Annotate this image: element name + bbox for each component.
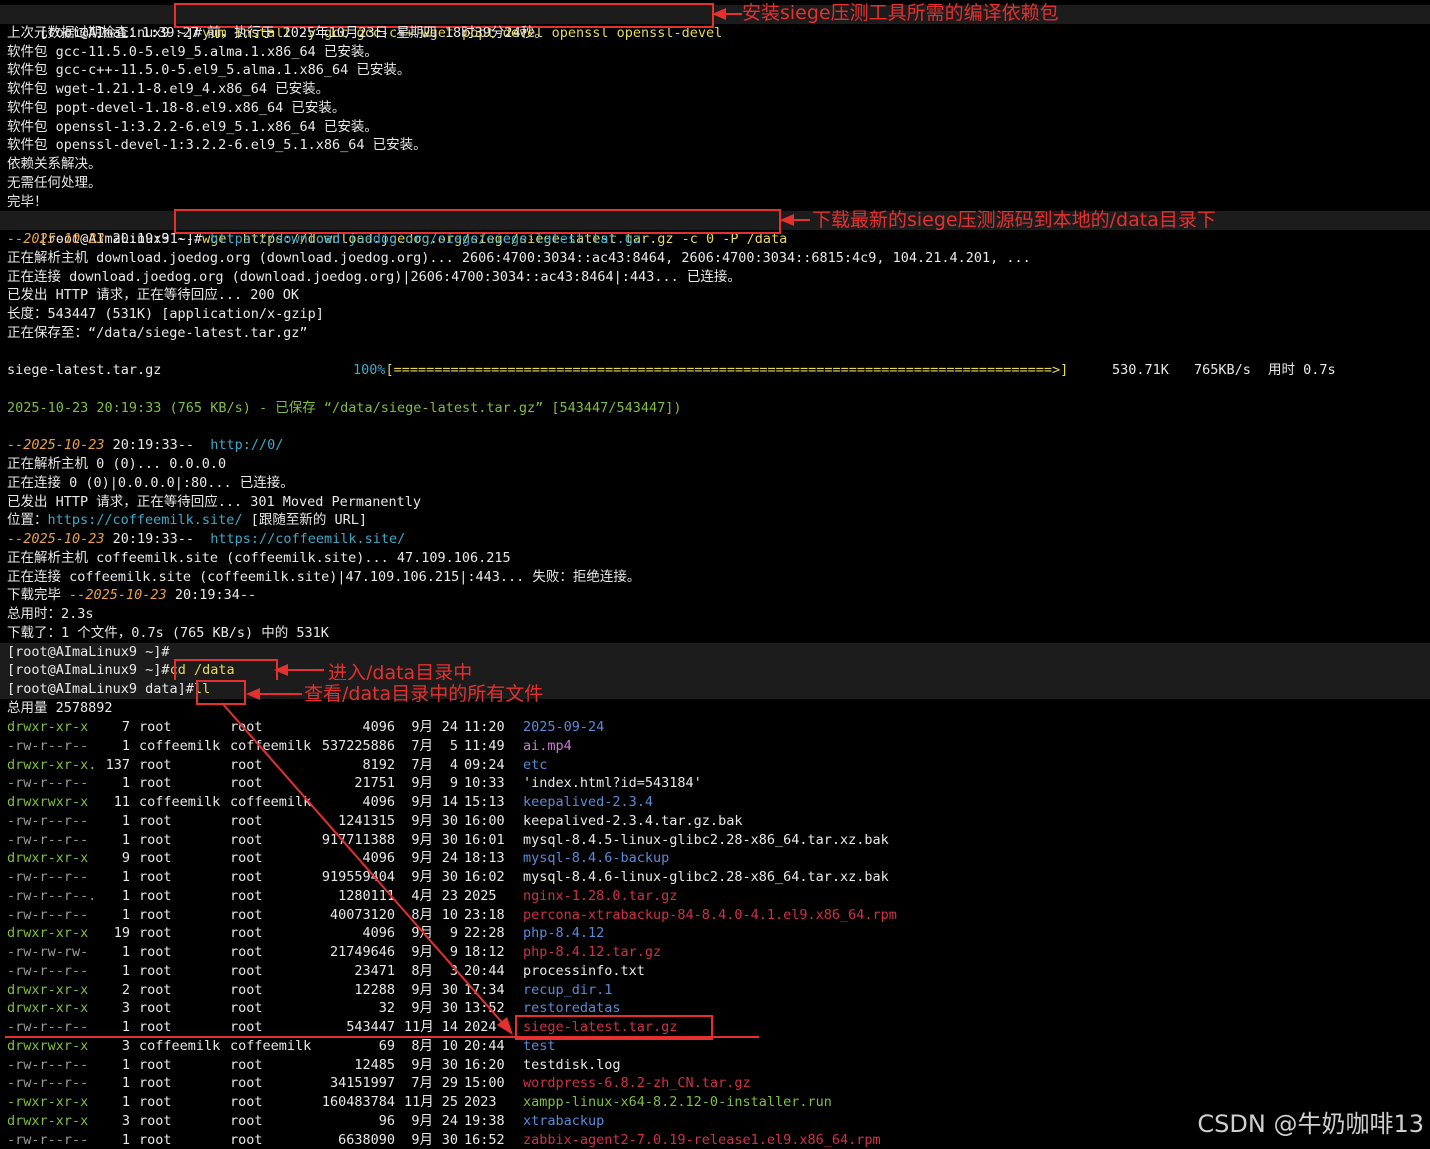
pointer-line — [221, 702, 507, 1028]
watermark: CSDN @牛奶咖啡13 — [1197, 1110, 1424, 1138]
pointer-arrow — [221, 702, 513, 1035]
